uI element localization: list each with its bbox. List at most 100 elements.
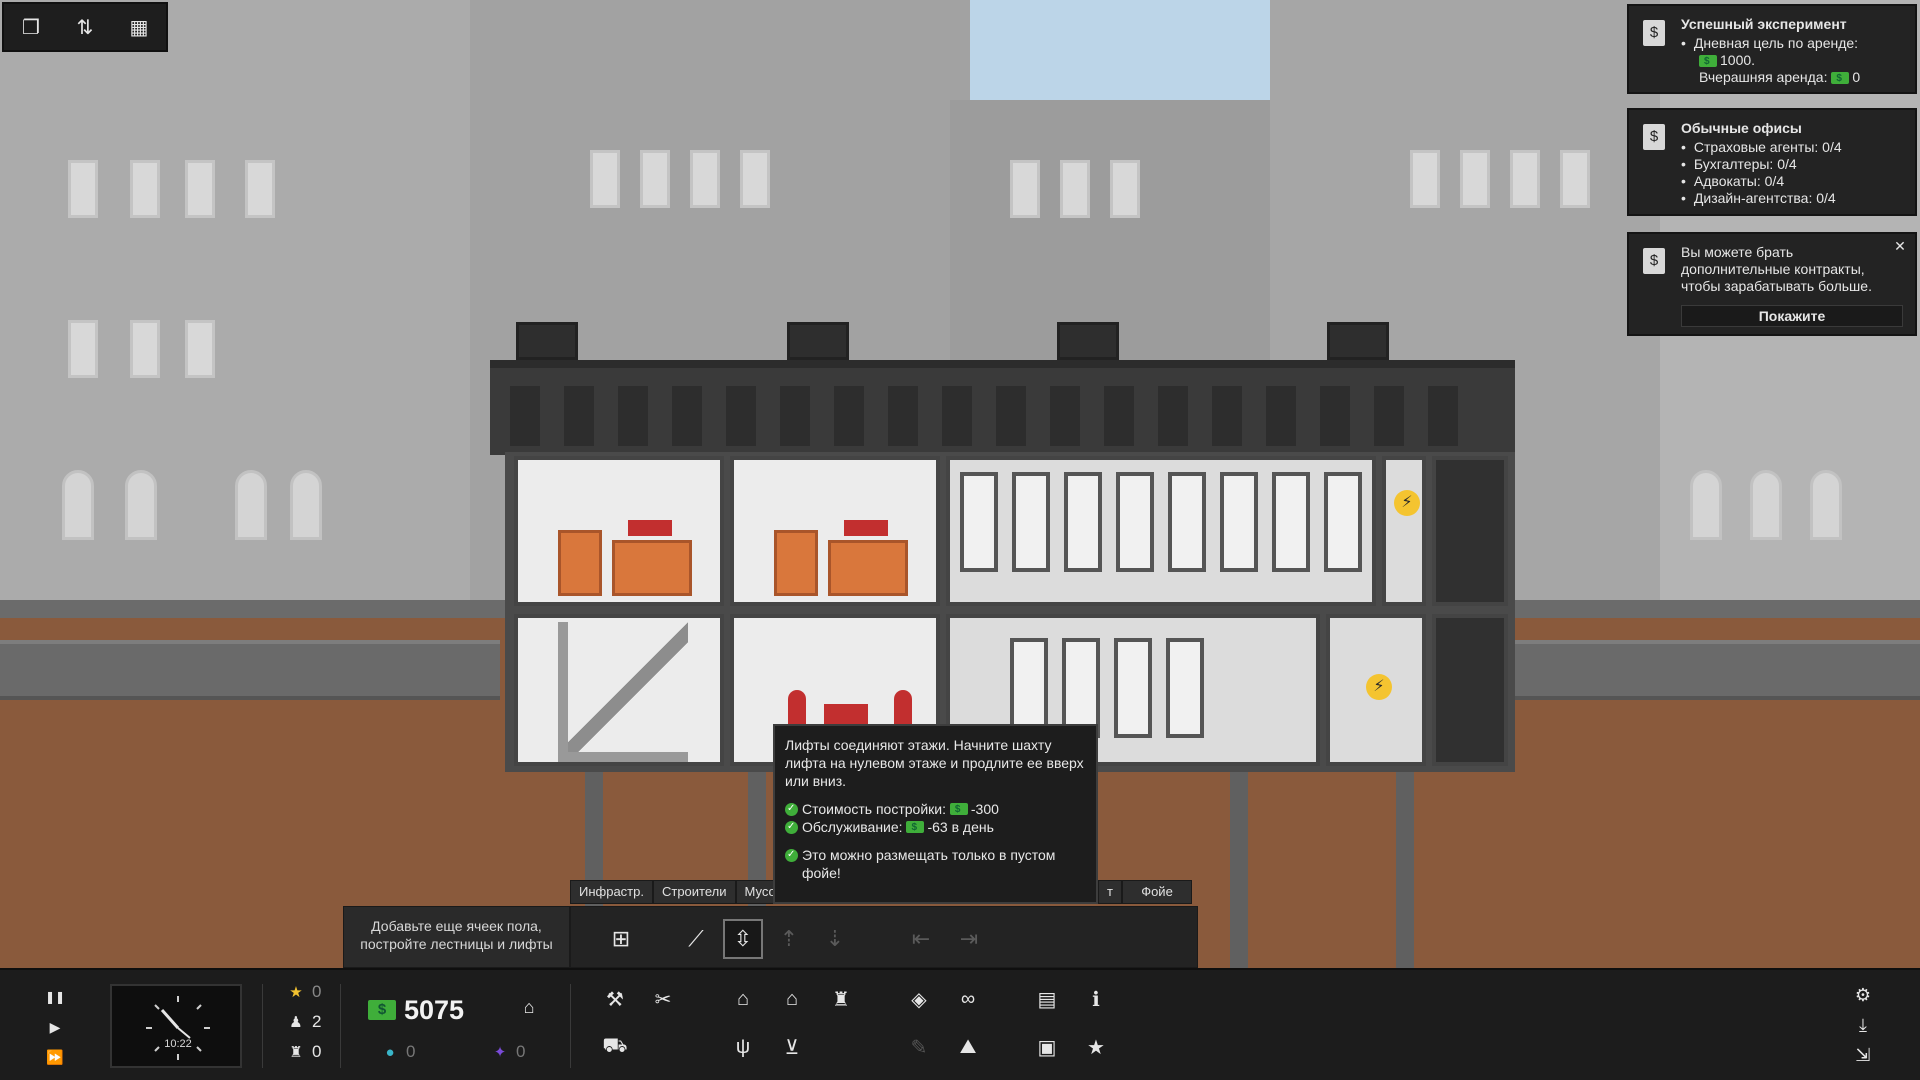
handshake-icon[interactable]: ∞ — [953, 984, 983, 1014]
add-floor-icon[interactable]: ⊞ — [601, 919, 641, 959]
notification-item: Страховые агенты: 0/4 — [1681, 139, 1903, 156]
notification-offices[interactable]: $ Обычные офисы Страховые агенты: 0/4 Бу… — [1627, 108, 1917, 216]
office-desk-icon[interactable]: ⌂ — [728, 984, 758, 1014]
notification-item: Дневная цель по аренде: — [1681, 35, 1903, 52]
notification-title: Успешный эксперимент — [1681, 16, 1847, 32]
play-icon[interactable]: ▶ — [40, 1012, 70, 1042]
build-hint: Добавьте еще ячеек пола, постройте лестн… — [343, 906, 570, 968]
notification-experiment[interactable]: $ Успешный эксперимент Дневная цель по а… — [1627, 4, 1917, 94]
bg-window — [130, 160, 160, 218]
bg-window — [590, 150, 620, 208]
game-clock[interactable]: 10:22 — [110, 984, 242, 1068]
contracts-icon[interactable]: ▤ — [1032, 984, 1062, 1014]
elevator-down-icon[interactable]: ⇣ — [815, 919, 855, 959]
electrical-room-upper[interactable]: ⚡ — [1382, 456, 1426, 606]
bg-window — [640, 150, 670, 208]
star-icon: ★ — [289, 984, 303, 1001]
bg-window — [690, 150, 720, 208]
tenants-count: ♜ 0 — [286, 1042, 321, 1062]
bg-window — [1060, 160, 1090, 218]
landscape-icon[interactable]: ⛰ — [953, 1032, 983, 1062]
list-icon[interactable]: ▦ — [123, 11, 155, 43]
bulldozer-icon[interactable]: ⛟ — [600, 1032, 630, 1062]
clock-face-icon — [146, 996, 210, 1060]
money-icon — [1831, 70, 1850, 87]
close-icon[interactable]: ✕ — [1891, 238, 1909, 256]
empty-office-space[interactable] — [946, 456, 1376, 606]
bg-arched-window — [290, 470, 322, 540]
bg-arched-window — [1690, 470, 1722, 540]
bg-window — [1410, 150, 1440, 208]
bg-window — [1110, 160, 1140, 218]
tower-roof — [490, 360, 1515, 455]
bg-window — [130, 320, 160, 378]
exit-door-icon[interactable]: ⇲ — [1848, 1040, 1878, 1070]
pause-icon[interactable]: ❚❚ — [40, 982, 70, 1012]
bg-arched-window — [235, 470, 267, 540]
bg-arched-window — [1750, 470, 1782, 540]
check-icon — [785, 800, 798, 818]
category-tabs: Инфрастр. Строители Мусо — [570, 880, 785, 904]
cart-icon[interactable]: ⊻ — [777, 1032, 807, 1062]
notification-contracts[interactable]: $ ✕ Вы можете брать дополнительные контр… — [1627, 232, 1917, 336]
power-icon: ⚡ — [1394, 490, 1420, 516]
storage-room-1[interactable] — [514, 456, 724, 606]
star-rating: ★ 0 — [286, 982, 321, 1002]
roof-ac-unit — [1327, 322, 1389, 360]
stairs-icon[interactable]: ⟋ — [676, 919, 716, 959]
notification-item: Бухгалтеры: 0/4 — [1681, 156, 1903, 173]
fast-forward-icon[interactable]: ⏩ — [40, 1042, 70, 1072]
elevator-icon[interactable]: ⇳ — [723, 919, 763, 959]
top-left-toolbar: ❐ ⇅ ▦ — [2, 2, 168, 52]
workers-count: ♟ 2 — [286, 1012, 321, 1032]
build-hammer-icon[interactable]: ⚒ — [600, 984, 630, 1014]
expand-right-icon[interactable]: ⇥ — [949, 919, 989, 959]
power-icon: ⚡ — [1366, 674, 1392, 700]
sewer-pipe-left — [0, 640, 500, 700]
brush-icon[interactable]: ✎ — [904, 1032, 934, 1062]
hud-divider — [570, 984, 571, 1068]
info-desk-icon[interactable]: ℹ — [1081, 984, 1111, 1014]
hud-divider — [340, 984, 341, 1068]
goal-value: 1000. — [1681, 52, 1903, 70]
tools-icon[interactable]: ✂ — [648, 984, 678, 1014]
tenant-icon: ♜ — [289, 1044, 303, 1061]
roof-ac-unit — [516, 322, 578, 360]
dollar-icon: $ — [368, 1000, 396, 1020]
fork-knife-icon[interactable]: ψ — [728, 1032, 758, 1062]
notification-item: Адвокаты: 0/4 — [1681, 173, 1903, 190]
settings-gear-icon[interactable]: ⚙ — [1848, 980, 1878, 1010]
special-star-icon[interactable]: ★ — [1081, 1032, 1111, 1062]
stats-icon[interactable]: ⇅ — [69, 11, 101, 43]
show-button[interactable]: Покажите — [1681, 305, 1903, 327]
prestige-icon: ✦ — [493, 1044, 507, 1061]
bg-window — [740, 150, 770, 208]
notification-item: Дизайн-агентства: 0/4 — [1681, 190, 1903, 207]
support-pillar — [1396, 760, 1414, 980]
tab-lobby[interactable]: Фойе — [1122, 880, 1192, 904]
storage-room-2[interactable] — [730, 456, 940, 606]
tooltip-cost: Стоимость постройки: -300 — [785, 800, 1086, 819]
expand-left-icon[interactable]: ⇤ — [901, 919, 941, 959]
layers-icon[interactable]: ❐ — [15, 11, 47, 43]
stairwell-room[interactable] — [514, 614, 724, 766]
house-icon[interactable]: ⌂ — [777, 984, 807, 1014]
tooltip-upkeep: Обслуживание: -63 в день — [785, 818, 1086, 837]
document-icon: $ — [1643, 248, 1665, 274]
tab-infrastructure[interactable]: Инфрастр. — [570, 880, 653, 904]
box-icon[interactable]: ◈ — [904, 984, 934, 1014]
tab-builders[interactable]: Строители — [652, 880, 736, 904]
bg-window — [185, 160, 215, 218]
money-icon — [1699, 53, 1717, 70]
yesterday-rent: Вчерашняя аренда: 0 — [1681, 69, 1903, 87]
city-icon[interactable]: ♜ — [826, 984, 856, 1014]
elevator-up-icon[interactable]: ⇡ — [769, 919, 809, 959]
bg-window — [1010, 160, 1040, 218]
reports-icon[interactable]: ▣ — [1032, 1032, 1062, 1062]
tooltip-note: Это можно размещать только в пустом фойе… — [785, 846, 1086, 882]
electrical-room-lower[interactable]: ⚡ — [1326, 614, 1426, 766]
save-download-icon[interactable]: ⤓ — [1848, 1010, 1878, 1040]
bottom-hud: ❚❚ ▶ ⏩ 10:22 ★0 ♟2 ♜0 $5075 ⌂ ●0 ✦0 — [0, 968, 1920, 1080]
bank-icon[interactable]: ⌂ — [514, 992, 544, 1022]
tab-hidden[interactable]: т — [1098, 880, 1122, 904]
